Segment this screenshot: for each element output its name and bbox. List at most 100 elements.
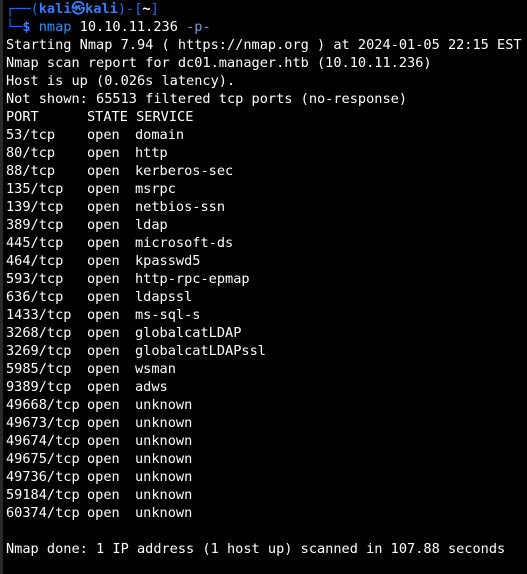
port-state: open (87, 343, 120, 359)
port-number: 49668/tcp (6, 397, 80, 413)
prompt-open-paren: ( (30, 1, 39, 17)
prompt-dir-close: ] (150, 1, 159, 17)
port-state: open (87, 199, 120, 215)
port-row: 139/tcp open netbios-ssn (6, 198, 527, 216)
port-number: 49674/tcp (6, 433, 80, 449)
port-number: 464/tcp (6, 253, 64, 269)
port-state: open (87, 433, 120, 449)
output-done: Nmap done: 1 IP address (1 host up) scan… (6, 541, 506, 557)
port-state: open (87, 325, 120, 341)
port-service: kerberos-sec (135, 163, 234, 179)
port-table: 53/tcp open domain 80/tcp open http 88/tcp open… (6, 126, 527, 522)
command-flag: -p- (186, 19, 211, 35)
port-state: open (87, 307, 120, 323)
port-service: unknown (135, 487, 193, 503)
port-state: open (87, 289, 120, 305)
port-service: microsoft-ds (135, 235, 234, 251)
port-table-header: PORT STATE SERVICE (6, 108, 527, 126)
port-service: netbios-ssn (135, 199, 226, 215)
port-state: open (87, 253, 120, 269)
prompt-dash: - (126, 1, 135, 17)
port-service: unknown (135, 415, 193, 431)
port-service: ldapssl (135, 289, 193, 305)
port-state: open (87, 505, 120, 521)
port-row: 49736/tcp open unknown (6, 468, 527, 486)
prompt-box-bottom: └─ (6, 19, 23, 35)
port-number: 88/tcp (6, 163, 56, 179)
port-service: unknown (135, 433, 193, 449)
prompt-dollar: $ (22, 19, 31, 35)
port-state: open (87, 235, 120, 251)
output-not-shown: Not shown: 65513 filtered tcp ports (no-… (6, 91, 408, 107)
port-number: 139/tcp (6, 199, 64, 215)
port-number: 3268/tcp (6, 325, 72, 341)
port-service: http (135, 145, 168, 161)
port-row: 445/tcp open microsoft-ds (6, 234, 527, 252)
prompt-at-icon: ㉿ (71, 1, 86, 17)
port-state: open (87, 451, 120, 467)
port-row: 389/tcp open ldap (6, 216, 527, 234)
port-row: 49675/tcp open unknown (6, 450, 527, 468)
port-row: 49674/tcp open unknown (6, 432, 527, 450)
port-service: unknown (135, 451, 193, 467)
port-state: open (87, 145, 120, 161)
port-number: 135/tcp (6, 181, 64, 197)
port-service: unknown (135, 397, 193, 413)
port-number: 60374/tcp (6, 505, 80, 521)
port-state: open (87, 163, 120, 179)
port-service: unknown (135, 505, 193, 521)
port-service: ldap (135, 217, 168, 233)
port-state: open (87, 271, 120, 287)
prompt-close-paren: ) (117, 1, 127, 17)
port-service: globalcatLDAPssl (135, 343, 266, 359)
port-number: 445/tcp (6, 235, 64, 251)
port-service: unknown (135, 469, 193, 485)
port-state: open (87, 361, 120, 377)
port-row: 3268/tcp open globalcatLDAP (6, 324, 527, 342)
port-state: open (87, 181, 120, 197)
port-row: 60374/tcp open unknown (6, 504, 527, 522)
port-state: open (87, 397, 120, 413)
output-starting: Starting Nmap 7.94 ( https://nmap.org ) … (6, 37, 522, 53)
port-number: 49736/tcp (6, 469, 80, 485)
port-service: wsman (135, 361, 176, 377)
port-row: 53/tcp open domain (6, 126, 527, 144)
port-number: 389/tcp (6, 217, 64, 233)
prompt-host: kali (85, 1, 118, 17)
port-row: 593/tcp open http-rpc-epmap (6, 270, 527, 288)
port-number: 49673/tcp (6, 415, 80, 431)
prompt-cwd: ~ (142, 1, 151, 17)
header-state: STATE (87, 109, 128, 125)
port-service: msrpc (135, 181, 176, 197)
port-row: 1433/tcp open ms-sql-s (6, 306, 527, 324)
port-row: 5985/tcp open wsman (6, 360, 527, 378)
port-service: http-rpc-epmap (135, 271, 250, 287)
command-name: nmap (38, 19, 72, 35)
command-target: 10.10.11.236 (79, 19, 178, 35)
prompt-box-top: ┌── (6, 1, 31, 17)
terminal-window[interactable]: ┌──(kali㉿kali)-[~] └─$ nmap 10.10.11.236… (0, 0, 527, 574)
port-state: open (87, 127, 120, 143)
port-number: 80/tcp (6, 145, 56, 161)
port-row: 49673/tcp open unknown (6, 414, 527, 432)
port-number: 5985/tcp (6, 361, 72, 377)
port-row: 135/tcp open msrpc (6, 180, 527, 198)
header-service: SERVICE (136, 109, 194, 125)
port-state: open (87, 415, 120, 431)
port-number: 636/tcp (6, 289, 64, 305)
port-state: open (87, 469, 120, 485)
command-line: └─$ nmap 10.10.11.236 -p- (6, 18, 527, 36)
output-host-up: Host is up (0.026s latency). (6, 73, 236, 89)
port-state: open (87, 217, 120, 233)
port-number: 53/tcp (6, 127, 56, 143)
output-scan-report: Nmap scan report for dc01.manager.htb (1… (6, 55, 432, 71)
port-state: open (87, 379, 120, 395)
port-row: 3269/tcp open globalcatLDAPssl (6, 342, 527, 360)
port-row: 464/tcp open kpasswd5 (6, 252, 527, 270)
port-number: 1433/tcp (6, 307, 72, 323)
port-row: 80/tcp open http (6, 144, 527, 162)
port-row: 9389/tcp open adws (6, 378, 527, 396)
port-row: 49668/tcp open unknown (6, 396, 527, 414)
port-row: 59184/tcp open unknown (6, 486, 527, 504)
